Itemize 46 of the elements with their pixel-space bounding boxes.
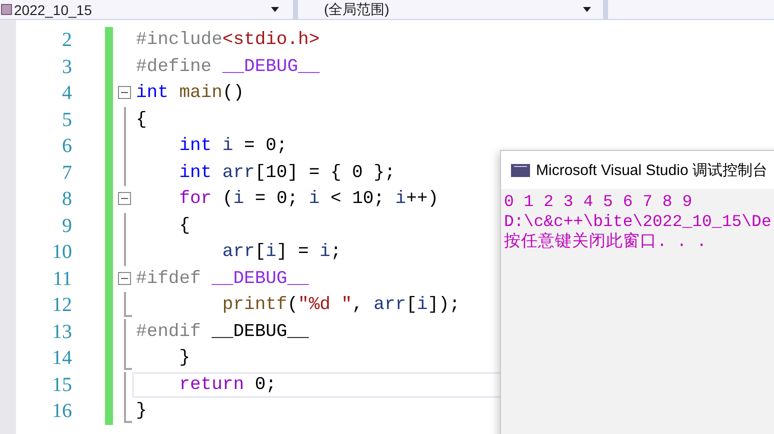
code-line: printf("%d ", arr[i]); [221,294,460,317]
line-number: 3 [61,54,72,80]
collapse-icon[interactable] [118,272,131,284]
caret-icon [271,7,279,12]
line-number: 11 [52,266,72,292]
line-number: 2 [61,28,72,53]
code-line: { [135,108,147,132]
console-icon [511,164,530,176]
collapse-icon[interactable] [118,192,131,205]
line-number: 15 [51,372,72,398]
outline-end [124,292,132,316]
project-icon [1,4,12,15]
line-number: 4 [61,81,72,106]
code-line: } [135,400,147,423]
code-line: int i = 0; [178,135,288,158]
code-line: { [178,214,190,238]
collapse-icon[interactable] [118,86,131,99]
console-output: 0 1 2 3 4 5 6 7 8 9 [504,192,694,212]
code-line: for (i = 0; i < 10; i++) [178,188,439,211]
line-number: 6 [61,134,72,159]
project-dropdown[interactable]: 2022_10_15 [0,0,298,19]
code-line: #endif __DEBUG__ [135,320,309,344]
window-title: Microsoft Visual Studio 调试控制台 [536,160,768,180]
code-line: int arr[10] = { 0 }; [178,162,396,184]
line-number: 12 [51,293,72,318]
line-number: 7 [61,160,72,186]
console-output: D:\c&c++\bite\2022_10_15\De [504,212,772,232]
line-number: 16 [51,399,72,424]
line-number: 5 [61,108,72,132]
code-line: } [178,347,190,370]
caret-icon [583,7,591,12]
code-line: arr[i] = i; [221,241,342,264]
line-number: 13 [51,320,72,344]
line-number: 10 [51,240,72,265]
code-line: int main() [135,82,244,105]
code-line: #define __DEBUG__ [135,56,320,78]
line-number: 8 [61,187,72,212]
outline-line [124,318,126,345]
console-output: 按任意键关闭此窗口. . . [504,232,708,252]
outline-line [124,372,126,398]
code-line: #ifdef __DEBUG__ [135,268,309,290]
line-number: 9 [61,214,72,238]
outline-end [124,345,132,370]
outline-end [124,398,132,422]
line-number: 14 [51,346,72,371]
code-line: #include<stdio.h> [135,29,320,52]
